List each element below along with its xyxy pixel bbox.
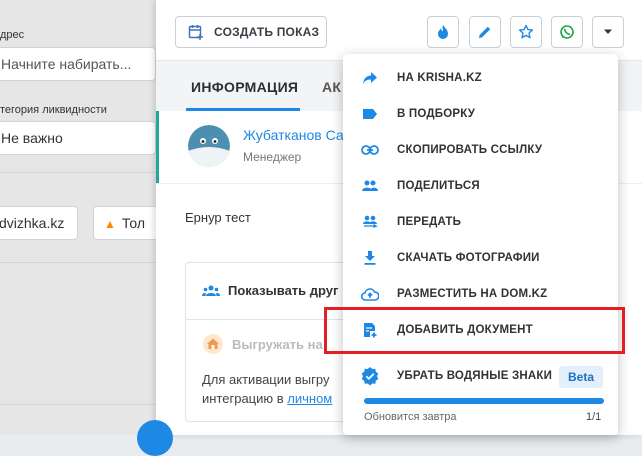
menu-item-copy-link[interactable]: СКОПИРОВАТЬ ССЫЛКУ xyxy=(343,132,618,168)
fire-icon xyxy=(438,25,448,39)
edit-button[interactable] xyxy=(469,16,501,48)
liquidity-label: тегория ликвидности xyxy=(0,104,107,116)
activation-line2-prefix: интеграцию в xyxy=(202,391,288,406)
usage-count: 1/1 xyxy=(586,411,602,423)
menu-item-label: СКАЧАТЬ ФОТОГРАФИИ xyxy=(397,252,540,264)
export-toggle[interactable]: Выгружать на xyxy=(202,333,323,355)
transfer-people-icon xyxy=(363,215,378,229)
menu-item-share[interactable]: ПОДЕЛИТЬСЯ xyxy=(343,168,618,204)
tab-info[interactable]: ИНФОРМАЦИЯ xyxy=(191,79,298,95)
caret-down-icon xyxy=(604,29,612,34)
activation-line2: интеграцию в личном xyxy=(202,389,332,408)
menu-item-label: В ПОДБОРКУ xyxy=(397,108,476,120)
card-toolbar: СОЗДАТЬ ПОКАЗ xyxy=(156,0,642,61)
label-icon xyxy=(363,109,377,119)
liquidity-select[interactable]: Не важно xyxy=(0,121,156,155)
more-actions-button[interactable] xyxy=(592,16,624,48)
manager-accent-bar xyxy=(156,111,159,183)
whatsapp-button[interactable] xyxy=(551,16,583,48)
menu-item-download-photos[interactable]: СКАЧАТЬ ФОТОГРАФИИ xyxy=(343,240,618,276)
activation-line1: Для активации выгру xyxy=(202,372,330,387)
actions-dropdown: НА KRISHA.KZ В ПОДБОРКУ СКОПИРОВАТЬ ССЫЛ… xyxy=(343,54,618,435)
manager-role: Менеджер xyxy=(243,150,302,164)
address-input[interactable]: Начните набирать... xyxy=(0,47,156,81)
menu-item-label: НА KRISHA.KZ xyxy=(397,72,482,84)
menu-item-collection[interactable]: В ПОДБОРКУ xyxy=(343,96,618,132)
menu-item-transfer[interactable]: ПЕРЕДАТЬ xyxy=(343,204,618,240)
calendar-add-icon xyxy=(188,25,203,40)
people-icon xyxy=(202,285,220,296)
address-label: дрес xyxy=(0,29,25,41)
menu-item-krisha[interactable]: НА KRISHA.KZ xyxy=(343,60,618,96)
cloud-upload-icon xyxy=(361,287,379,301)
star-icon xyxy=(518,24,534,39)
beta-badge: Beta xyxy=(559,366,604,388)
divider xyxy=(0,172,156,173)
show-others-label: Показывать друг xyxy=(228,283,339,298)
manager-name[interactable]: Жубатканов Са xyxy=(243,127,344,143)
activation-text: Для активации выгру интеграцию в личном xyxy=(202,370,332,408)
download-icon xyxy=(364,251,376,265)
usage-progress-bar xyxy=(364,398,604,404)
floating-action-button[interactable] xyxy=(137,420,173,456)
house-icon xyxy=(203,334,223,354)
divider xyxy=(0,262,156,263)
create-show-label: СОЗДАТЬ ПОКАЗ xyxy=(214,25,320,39)
link-icon xyxy=(361,145,379,155)
highlight-frame xyxy=(324,307,625,354)
menu-item-label: ПОДЕЛИТЬСЯ xyxy=(397,180,480,192)
hot-tag[interactable]: ▲ Тол xyxy=(93,206,156,240)
filter-panel: дрес Начните набирать... тегория ликвидн… xyxy=(0,0,156,435)
whatsapp-icon xyxy=(560,25,574,39)
menu-item-label: УБРАТЬ ВОДЯНЫЕ ЗНАКИ xyxy=(397,370,553,382)
usage-note: Обновится завтра xyxy=(364,411,457,423)
menu-item-label: РАЗМЕСТИТЬ НА DOM.KZ xyxy=(397,288,548,300)
activation-link[interactable]: личном xyxy=(287,391,332,406)
create-show-button[interactable]: СОЗДАТЬ ПОКАЗ xyxy=(175,16,327,48)
menu-item-label: ПЕРЕДАТЬ xyxy=(397,216,462,228)
favorite-button[interactable] xyxy=(510,16,542,48)
fire-icon: ▲ xyxy=(104,217,116,231)
tab-second[interactable]: АК xyxy=(322,79,341,95)
share-arrow-icon xyxy=(363,72,377,84)
owner-name: Ернур тест xyxy=(185,210,251,225)
hot-tag-label: Тол xyxy=(121,215,145,231)
source-tag[interactable]: dvizhka.kz xyxy=(0,206,78,240)
show-others-toggle[interactable]: Показывать друг xyxy=(202,283,338,298)
hot-button[interactable] xyxy=(427,16,459,48)
menu-item-label: СКОПИРОВАТЬ ССЫЛКУ xyxy=(397,144,543,156)
people-icon xyxy=(362,180,378,191)
pencil-icon xyxy=(479,26,491,38)
export-label: Выгружать на xyxy=(232,336,323,352)
avatar xyxy=(188,125,230,167)
verified-badge-icon xyxy=(361,367,379,386)
divider xyxy=(0,404,156,405)
